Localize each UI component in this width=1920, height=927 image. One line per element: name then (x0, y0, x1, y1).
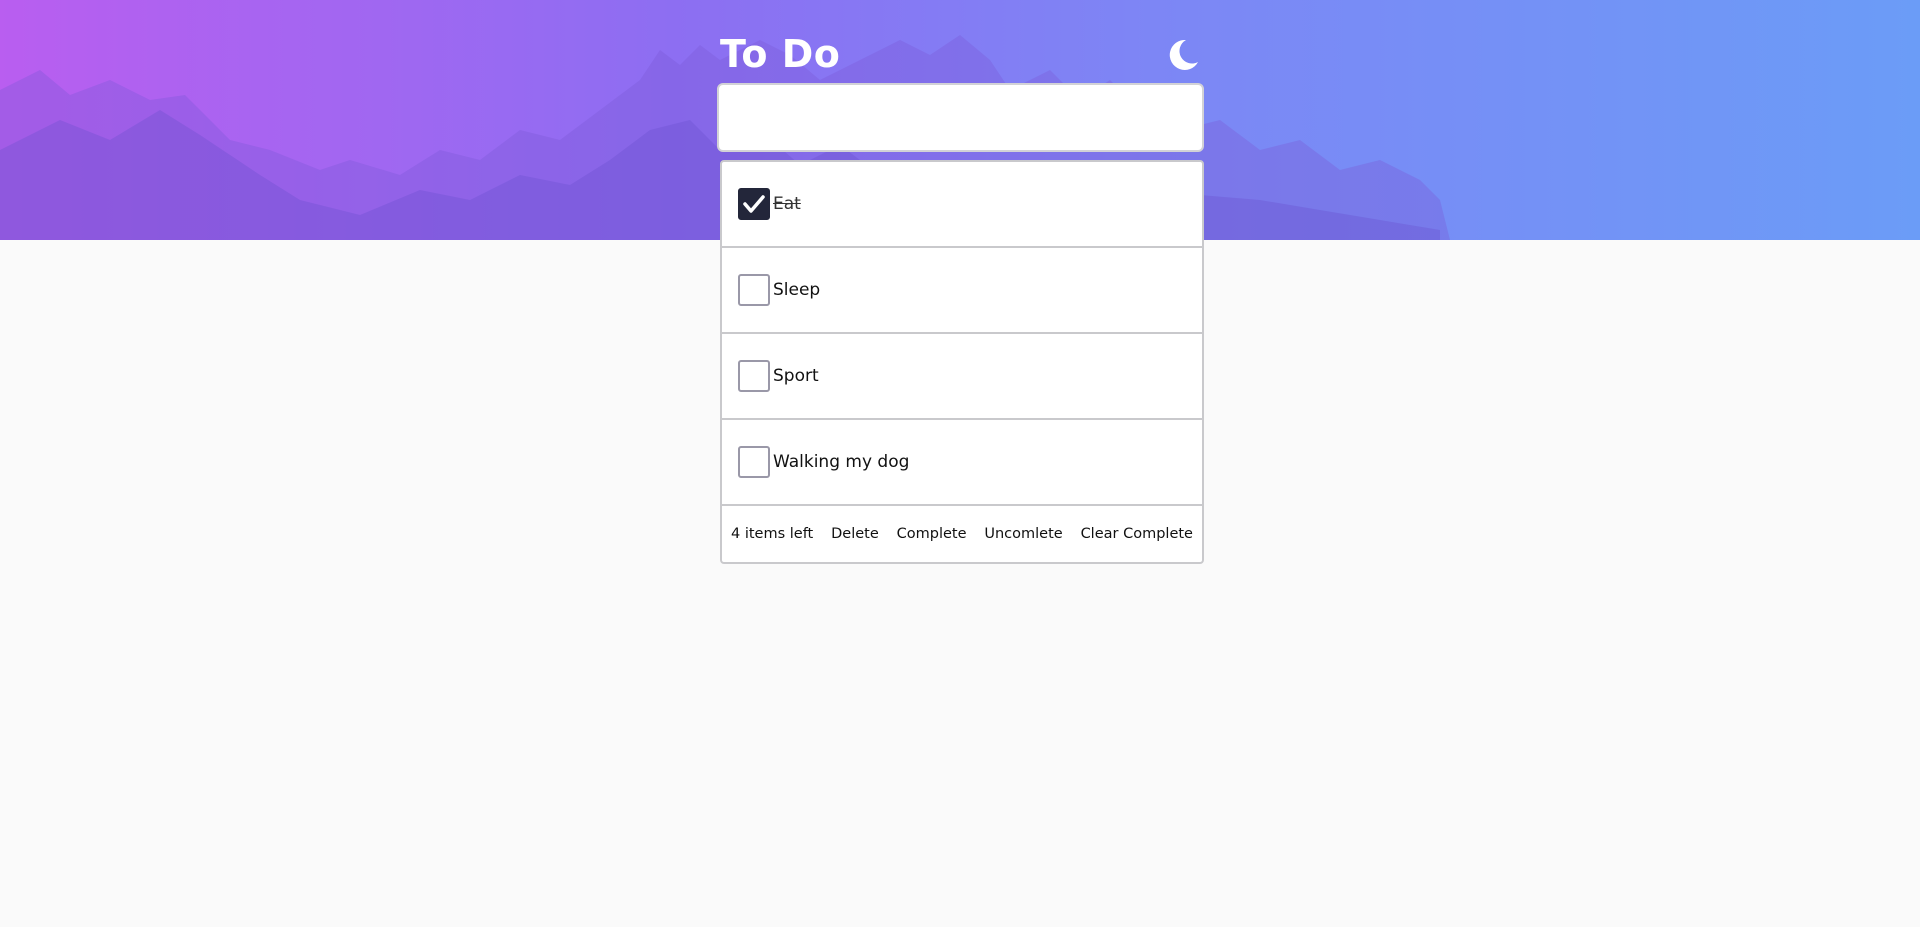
items-left-count: 4 items left (731, 526, 814, 542)
theme-toggle-button[interactable] (1166, 38, 1200, 72)
todo-label: Sleep (773, 280, 821, 300)
complete-button[interactable]: Complete (897, 526, 967, 542)
moon-icon (1169, 39, 1198, 70)
new-todo-input[interactable] (717, 83, 1204, 152)
todo-checkbox[interactable] (738, 360, 770, 392)
clear-complete-button[interactable]: Clear Complete (1081, 526, 1193, 542)
todo-item[interactable]: Eat (722, 162, 1202, 248)
todo-checkbox[interactable] (738, 274, 770, 306)
uncomplete-button[interactable]: Uncomlete (984, 526, 1062, 542)
todo-label: Walking my dog (773, 452, 910, 472)
page-title: To Do (720, 32, 841, 76)
todo-label: Sport (773, 366, 819, 386)
todo-list: Eat Sleep Sport Walking my dog 4 items l… (720, 160, 1204, 564)
todo-item[interactable]: Sport (722, 334, 1202, 420)
todo-checkbox[interactable] (738, 446, 770, 478)
todo-item[interactable]: Sleep (722, 248, 1202, 334)
checkmark-icon (743, 195, 765, 213)
todo-checkbox[interactable] (738, 188, 770, 220)
delete-button[interactable]: Delete (831, 526, 879, 542)
todo-label: Eat (773, 194, 801, 214)
todo-footer: 4 items left Delete Complete Uncomlete C… (722, 506, 1202, 562)
todo-item[interactable]: Walking my dog (722, 420, 1202, 506)
app-header: To Do (720, 30, 1204, 80)
